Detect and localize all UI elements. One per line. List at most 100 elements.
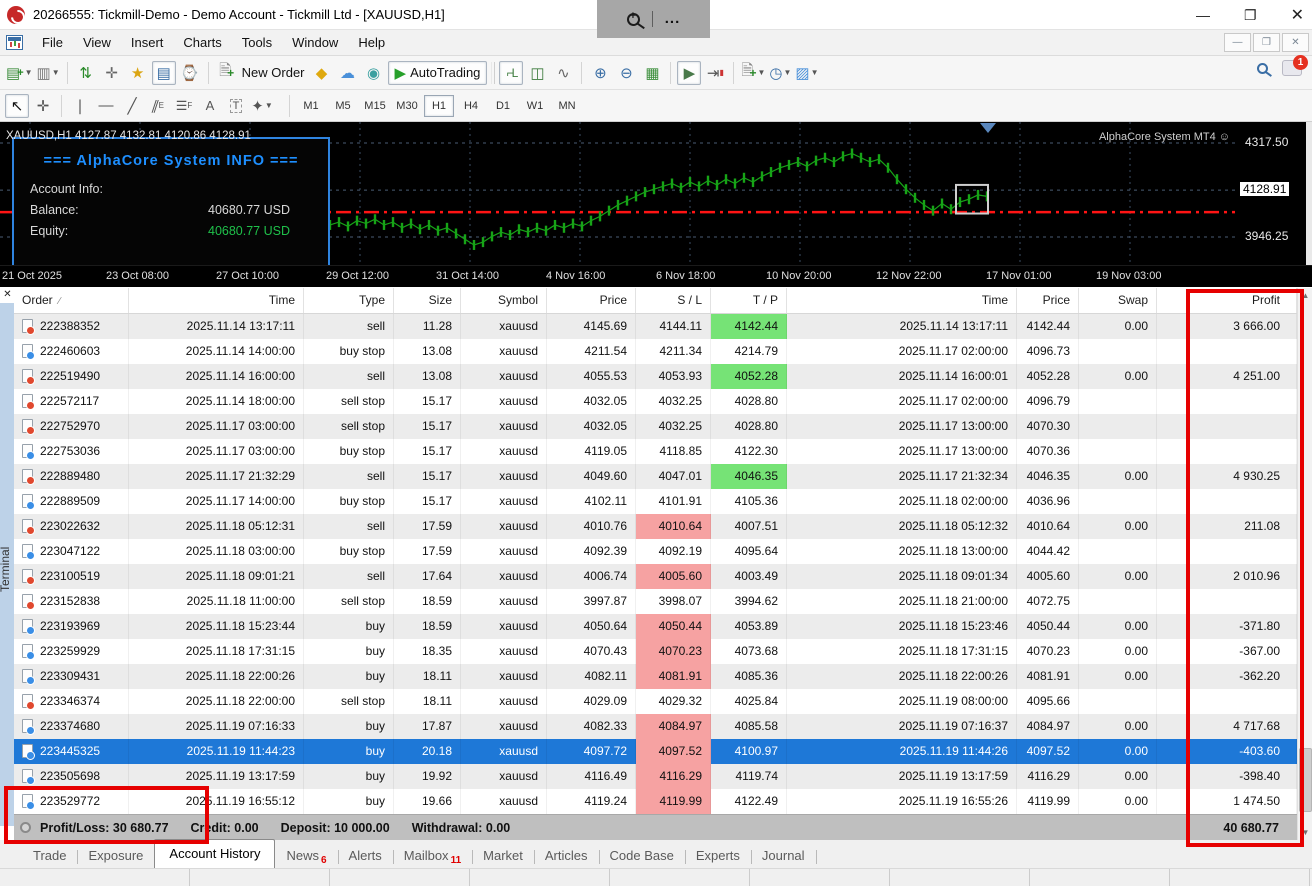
- tab-mailbox[interactable]: Mailbox11: [393, 843, 472, 868]
- horizontal-line-tool[interactable]: —: [94, 94, 118, 118]
- order-row-223193969[interactable]: 2231939692025.11.18 15:23:44buy18.59xauu…: [14, 614, 1297, 639]
- timeframe-m5[interactable]: M5: [328, 95, 358, 117]
- chart-restore-button[interactable]: ❐: [1253, 33, 1280, 52]
- scrollbar-thumb[interactable]: [1299, 748, 1312, 812]
- chart-shift-button[interactable]: ⇥▮: [703, 61, 727, 85]
- window-restore-button[interactable]: ❐: [1244, 7, 1257, 24]
- timeframe-m1[interactable]: M1: [296, 95, 326, 117]
- order-row-223152838[interactable]: 2231528382025.11.18 11:00:00sell stop18.…: [14, 589, 1297, 614]
- new-order-button[interactable]: New Order: [242, 65, 305, 80]
- autotrading-button[interactable]: ▶ AutoTrading: [388, 61, 488, 85]
- terminal-scrollbar[interactable]: ▲ ▼: [1297, 288, 1312, 840]
- column-header-time[interactable]: Time: [787, 288, 1017, 313]
- menu-file[interactable]: File: [32, 31, 73, 54]
- tab-account-history[interactable]: Account History: [154, 839, 275, 868]
- indicators-button[interactable]: 🗎+▼: [740, 61, 766, 85]
- column-header-price[interactable]: Price: [547, 288, 636, 313]
- auto-scroll-button[interactable]: ▶: [677, 61, 701, 85]
- data-window-button[interactable]: ✛: [100, 61, 124, 85]
- order-row-223100519[interactable]: 2231005192025.11.18 09:01:21sell17.64xau…: [14, 564, 1297, 589]
- crosshair-tool[interactable]: ✛: [31, 94, 55, 118]
- tab-code-base[interactable]: Code Base: [599, 843, 685, 868]
- tab-alerts[interactable]: Alerts: [338, 843, 393, 868]
- order-row-223022632[interactable]: 2230226322025.11.18 05:12:31sell17.59xau…: [14, 514, 1297, 539]
- column-header-time[interactable]: Time: [129, 288, 304, 313]
- tab-journal[interactable]: Journal: [751, 843, 816, 868]
- navigator-button[interactable]: ★: [126, 61, 150, 85]
- capture-zoom-icon[interactable]: [627, 13, 640, 26]
- order-row-223374680[interactable]: 2233746802025.11.19 07:16:33buy17.87xauu…: [14, 714, 1297, 739]
- column-header-profit[interactable]: Profit: [1157, 288, 1297, 313]
- tab-news[interactable]: News6: [275, 843, 337, 868]
- trendline-tool[interactable]: ╱: [120, 94, 144, 118]
- zoom-out-button[interactable]: ⊖: [614, 61, 638, 85]
- column-header-type[interactable]: Type: [304, 288, 394, 313]
- community-button[interactable]: ☁: [336, 61, 360, 85]
- column-header-t-p[interactable]: T / P: [711, 288, 787, 313]
- metaeditor-button[interactable]: ◆: [310, 61, 334, 85]
- market-watch-button[interactable]: ⇅: [74, 61, 98, 85]
- zoom-in-button[interactable]: ⊕: [588, 61, 612, 85]
- sound-button[interactable]: ◉: [362, 61, 386, 85]
- vertical-line-tool[interactable]: ∣: [68, 94, 92, 118]
- tab-trade[interactable]: Trade: [22, 843, 77, 868]
- channel-tool[interactable]: ∥E: [146, 94, 170, 118]
- timeframe-w1[interactable]: W1: [520, 95, 550, 117]
- menu-view[interactable]: View: [73, 31, 121, 54]
- column-header-swap[interactable]: Swap: [1079, 288, 1157, 313]
- order-row-223047122[interactable]: 2230471222025.11.18 03:00:00buy stop17.5…: [14, 539, 1297, 564]
- profiles-button[interactable]: ▥▼: [36, 61, 61, 85]
- order-row-223309431[interactable]: 2233094312025.11.18 22:00:26buy18.11xauu…: [14, 664, 1297, 689]
- menu-charts[interactable]: Charts: [173, 31, 231, 54]
- new-chart-button[interactable]: ▤+▼: [5, 61, 34, 85]
- window-close-button[interactable]: ✕: [1291, 5, 1304, 25]
- terminal-button[interactable]: ▤: [152, 61, 176, 85]
- order-row-223505698[interactable]: 2235056982025.11.19 13:17:59buy19.92xauu…: [14, 764, 1297, 789]
- order-row-222889480[interactable]: 2228894802025.11.17 21:32:29sell15.17xau…: [14, 464, 1297, 489]
- column-header-order[interactable]: Order∕: [14, 288, 129, 313]
- chart-minimize-button[interactable]: —: [1224, 33, 1251, 52]
- timeframe-h1[interactable]: H1: [424, 95, 454, 117]
- chart-area[interactable]: XAUUSD,H1 4127.87 4132.81 4120.86 4128.9…: [0, 122, 1312, 265]
- candlestick-chart-button[interactable]: ◫: [525, 61, 549, 85]
- menu-help[interactable]: Help: [348, 31, 395, 54]
- arrows-tool[interactable]: ✦▼: [250, 94, 274, 118]
- scroll-up-icon[interactable]: ▲: [1298, 288, 1312, 303]
- column-header-price[interactable]: Price: [1017, 288, 1079, 313]
- terminal-close-icon[interactable]: ✕: [1, 288, 14, 301]
- timeframe-h4[interactable]: H4: [456, 95, 486, 117]
- text-tool[interactable]: A: [198, 94, 222, 118]
- order-row-223529772[interactable]: 2235297722025.11.19 16:55:12buy19.66xauu…: [14, 789, 1297, 814]
- menu-window[interactable]: Window: [282, 31, 348, 54]
- timeframe-m30[interactable]: M30: [392, 95, 422, 117]
- search-icon[interactable]: [1257, 63, 1268, 74]
- order-row-223259929[interactable]: 2232599292025.11.18 17:31:15buy18.35xauu…: [14, 639, 1297, 664]
- cursor-tool[interactable]: ↖: [5, 94, 29, 118]
- tab-exposure[interactable]: Exposure: [77, 843, 154, 868]
- window-minimize-button[interactable]: —: [1196, 7, 1210, 23]
- line-chart-button[interactable]: ∿: [551, 61, 575, 85]
- order-row-222572117[interactable]: 2225721172025.11.14 18:00:00sell stop15.…: [14, 389, 1297, 414]
- order-row-222460603[interactable]: 2224606032025.11.14 14:00:00buy stop13.0…: [14, 339, 1297, 364]
- capture-more-button[interactable]: ...: [665, 14, 681, 24]
- strategy-tester-button[interactable]: ⌚: [178, 61, 202, 85]
- order-row-222752970[interactable]: 2227529702025.11.17 03:00:00sell stop15.…: [14, 414, 1297, 439]
- scroll-down-icon[interactable]: ▼: [1298, 825, 1312, 840]
- timeframe-m15[interactable]: M15: [360, 95, 390, 117]
- column-header-s-l[interactable]: S / L: [636, 288, 711, 313]
- fibonacci-tool[interactable]: ☰F: [172, 94, 196, 118]
- order-row-222388352[interactable]: 2223883522025.11.14 13:17:11sell11.28xau…: [14, 314, 1297, 339]
- notifications-icon[interactable]: 1: [1282, 60, 1302, 76]
- order-row-222519490[interactable]: 2225194902025.11.14 16:00:00sell13.08xau…: [14, 364, 1297, 389]
- timeframe-mn[interactable]: MN: [552, 95, 582, 117]
- new-order-icon[interactable]: 🗎+: [215, 61, 239, 85]
- timeframe-d1[interactable]: D1: [488, 95, 518, 117]
- templates-button[interactable]: ▨▼: [794, 61, 819, 85]
- chart-close-button[interactable]: ✕: [1282, 33, 1309, 52]
- column-header-size[interactable]: Size: [394, 288, 461, 313]
- tab-market[interactable]: Market: [472, 843, 534, 868]
- order-row-223346374[interactable]: 2233463742025.11.18 22:00:00sell stop18.…: [14, 689, 1297, 714]
- order-row-222753036[interactable]: 2227530362025.11.17 03:00:00buy stop15.1…: [14, 439, 1297, 464]
- menu-insert[interactable]: Insert: [121, 31, 174, 54]
- tab-experts[interactable]: Experts: [685, 843, 751, 868]
